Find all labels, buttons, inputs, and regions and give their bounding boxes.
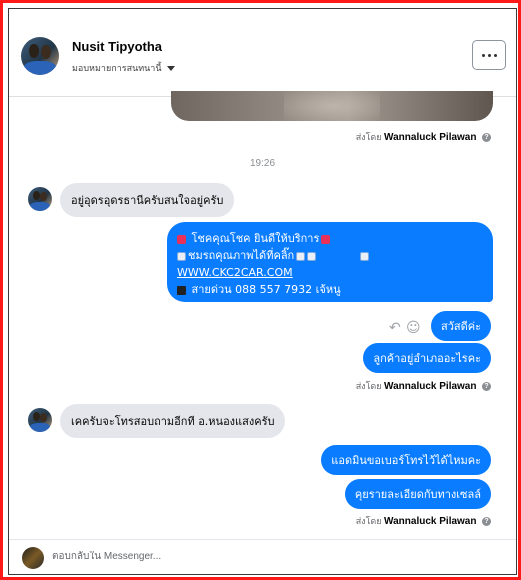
sent-by-prefix: ส่งโดย <box>355 132 382 142</box>
conversation-header: Nusit Tipyotha มอบหมายการสนทนานี้ <box>9 9 516 97</box>
caret-down-icon <box>166 66 175 72</box>
contact-avatar-small[interactable] <box>28 408 52 432</box>
info-icon[interactable]: ? <box>482 517 491 527</box>
sent-by-agent: Wannaluck Pilawan <box>384 132 477 143</box>
message-timestamp: 19:26 <box>249 158 276 169</box>
down-arrow-icon <box>307 251 317 261</box>
promo-line-1: โชคคุณโชค ยินดีให้บริการ <box>177 230 483 247</box>
phone-icon <box>177 285 186 295</box>
promo-line-4: สายด่วน 088 557 7932 เจ้หนู <box>177 281 483 298</box>
incoming-message: เคครับจะโทรสอบถามอีกที อ.หนองแสงครับ <box>60 404 286 438</box>
outgoing-promo-message: โชคคุณโชค ยินดีให้บริการ ชมรถคุณภาพได้ที… <box>167 222 493 302</box>
outgoing-message: คุยรายละเอียดกับทางเซลล์ <box>344 479 491 509</box>
red-emoji-icon <box>321 234 331 244</box>
smile-icon[interactable]: ☺ <box>406 320 421 336</box>
conversation-panel: Nusit Tipyotha มอบหมายการสนทนานี้ ส่งโดย… <box>8 8 517 575</box>
assign-conversation-label: มอบหมายการสนทนานี้ <box>72 63 162 73</box>
sent-by-prefix: ส่งโดย <box>355 516 382 526</box>
outgoing-message: ลูกค้าอยู่อำเภออะไรคะ <box>363 343 491 373</box>
play-icon <box>177 251 186 261</box>
contact-avatar-small[interactable] <box>28 187 52 211</box>
sent-by-line: ส่งโดย Wannaluck Pilawan ? <box>356 130 491 144</box>
promo-line-2: ชมรถคุณภาพได้ที่คลิ๊ก <box>177 247 483 264</box>
outgoing-message: แอดมินขอเบอร์โทรไว้ได้ไหมคะ <box>321 445 491 475</box>
sent-by-line: ส่งโดย Wannaluck Pilawan ? <box>356 379 491 393</box>
play-icon <box>360 251 370 261</box>
info-icon[interactable]: ? <box>482 133 491 143</box>
sent-by-agent: Wannaluck Pilawan <box>384 516 477 527</box>
outgoing-message: สวัสดีค่ะ <box>430 311 491 341</box>
reply-input[interactable] <box>52 551 352 562</box>
contact-name[interactable]: Nusit Tipyotha <box>72 39 162 54</box>
image-attachment[interactable] <box>171 91 493 121</box>
incoming-message: อยู่อุดรอุดรธานีครับสนใจอยู่ครับ <box>60 183 235 217</box>
sent-by-agent: Wannaluck Pilawan <box>384 381 477 392</box>
reply-composer <box>9 539 516 574</box>
assign-conversation-dropdown[interactable]: มอบหมายการสนทนานี้ <box>72 61 175 75</box>
promo-link[interactable]: WWW.CKC2CAR.COM <box>177 264 483 281</box>
sent-by-prefix: ส่งโดย <box>355 381 382 391</box>
reply-icon[interactable]: ↶ <box>389 320 401 336</box>
info-icon[interactable]: ? <box>482 382 491 392</box>
down-arrow-icon <box>296 251 306 261</box>
more-horizontal-icon <box>481 53 485 57</box>
contact-avatar[interactable] <box>21 37 59 75</box>
page-avatar <box>22 547 44 569</box>
red-emoji-icon <box>177 234 186 244</box>
sent-by-line: ส่งโดย Wannaluck Pilawan ? <box>356 514 491 528</box>
screenshot-frame: Nusit Tipyotha มอบหมายการสนทนานี้ ส่งโดย… <box>0 0 521 580</box>
more-options-button[interactable] <box>472 40 506 70</box>
